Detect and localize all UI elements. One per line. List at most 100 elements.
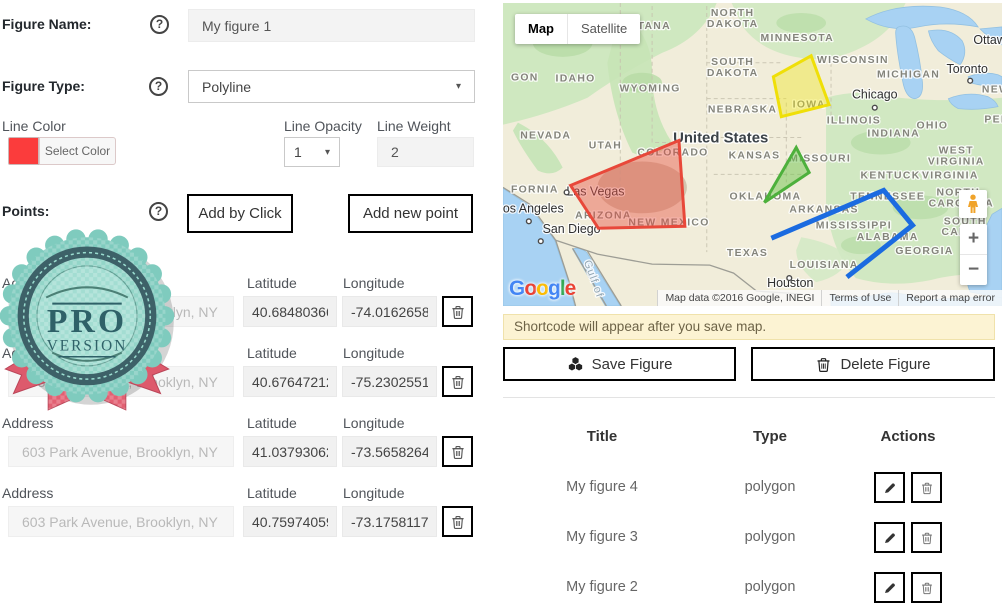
- latitude-input[interactable]: [243, 506, 337, 537]
- city-label: Los Angeles: [503, 201, 564, 215]
- edit-figure-button[interactable]: [874, 572, 905, 603]
- figure-editor-panel: Figure Name: ? Figure Type: ? Polyline ▾…: [0, 0, 480, 606]
- point-row: Address Latitude Longitude: [0, 485, 480, 551]
- chevron-down-icon: ▾: [325, 147, 330, 158]
- google-map[interactable]: GONIDAHOMONTANANORTHDAKOTAMINNESOTAWISCO…: [503, 3, 1002, 306]
- pegman-control[interactable]: [959, 190, 987, 218]
- longitude-label: Longitude: [343, 415, 405, 431]
- map-label: ALABAMA: [857, 232, 919, 243]
- map-label: DAKOTA: [707, 19, 759, 30]
- trash-icon: [920, 531, 934, 545]
- map-label: GON: [511, 73, 539, 84]
- line-weight-input[interactable]: [377, 137, 474, 167]
- address-input[interactable]: [8, 506, 234, 537]
- edit-figure-button[interactable]: [874, 522, 905, 553]
- longitude-input[interactable]: [342, 506, 437, 537]
- delete-figure-row-button[interactable]: [911, 472, 942, 503]
- map-label: MISSISSIPPI: [816, 220, 892, 231]
- latitude-input[interactable]: [243, 296, 337, 327]
- google-logo-letter: e: [565, 277, 576, 300]
- figure-type-label: Figure Type:: [2, 78, 85, 94]
- map-label: VIRGINIA: [922, 170, 979, 181]
- city-label: Ottawa: [973, 33, 1002, 47]
- map-label: KANSAS: [729, 150, 781, 161]
- longitude-label: Longitude: [343, 345, 405, 361]
- trash-icon: [450, 444, 466, 460]
- latitude-input[interactable]: [243, 436, 337, 467]
- add-by-click-button[interactable]: Add by Click: [187, 194, 293, 233]
- delete-point-button[interactable]: [442, 506, 473, 537]
- map-type-map-button[interactable]: Map: [515, 14, 567, 44]
- longitude-label: Longitude: [343, 485, 405, 501]
- figure-actions: [838, 472, 978, 503]
- table-header-type: Type: [700, 428, 840, 445]
- edit-figure-button[interactable]: [874, 472, 905, 503]
- delete-figure-row-button[interactable]: [911, 522, 942, 553]
- address-label: Address: [2, 485, 53, 501]
- map-label: ILLINOIS: [827, 116, 881, 127]
- map-label: NEVADA: [520, 131, 571, 142]
- trash-icon: [450, 514, 466, 530]
- shortcode-notice: Shortcode will appear after you save map…: [503, 314, 995, 340]
- longitude-label: Longitude: [343, 275, 405, 291]
- map-label: VIRGINIA: [928, 156, 985, 167]
- map-label: MICHIGAN: [877, 70, 940, 81]
- longitude-input[interactable]: [342, 436, 437, 467]
- figure-actions: [838, 522, 978, 553]
- map-type-control: Map Satellite: [515, 14, 640, 44]
- delete-point-button[interactable]: [442, 366, 473, 397]
- figure-title: My figure 4: [532, 472, 672, 503]
- delete-point-button[interactable]: [442, 296, 473, 327]
- line-opacity-value: 1: [294, 144, 302, 160]
- trash-icon: [920, 481, 934, 495]
- figure-name-help-icon[interactable]: ?: [150, 15, 169, 34]
- figure-type-select[interactable]: Polyline ▾: [188, 70, 475, 103]
- address-input[interactable]: [8, 436, 234, 467]
- figure-type-value: Polyline: [202, 79, 251, 95]
- latitude-input[interactable]: [243, 366, 337, 397]
- delete-figure-row-button[interactable]: [911, 572, 942, 603]
- map-label: NEW: [982, 85, 1002, 96]
- save-figure-button[interactable]: Save Figure: [503, 347, 736, 381]
- map-label: NORTH: [711, 8, 755, 19]
- trash-icon: [450, 304, 466, 320]
- figure-type: polygon: [700, 522, 840, 553]
- report-map-error-link[interactable]: Report a map error: [898, 290, 1002, 306]
- longitude-input[interactable]: [342, 296, 437, 327]
- table-header-actions: Actions: [838, 428, 978, 445]
- figure-type-help-icon[interactable]: ?: [149, 77, 168, 96]
- terms-of-use-link[interactable]: Terms of Use: [821, 290, 898, 306]
- address-input[interactable]: [8, 366, 234, 397]
- zoom-in-button[interactable]: +: [960, 224, 987, 254]
- trash-icon: [920, 581, 934, 595]
- address-label: Address: [2, 415, 53, 431]
- map-label: MINNESOTA: [761, 33, 834, 44]
- map-label: LOUISIANA: [790, 260, 859, 271]
- map-label: INDIANA: [867, 129, 919, 140]
- map-label: DAKOTA: [707, 68, 759, 79]
- map-type-satellite-button[interactable]: Satellite: [567, 14, 640, 44]
- map-label: KENTUCKY: [861, 170, 929, 181]
- add-new-point-button[interactable]: Add new point: [348, 194, 473, 233]
- map-attribution-bar: Map data ©2016 Google, INEGI Terms of Us…: [657, 290, 1002, 306]
- longitude-input[interactable]: [342, 366, 437, 397]
- map-data-attribution: Map data ©2016 Google, INEGI: [657, 290, 821, 306]
- select-color-button[interactable]: Select Color: [39, 137, 116, 165]
- map-label: WISCONSIN: [817, 55, 889, 66]
- delete-figure-button[interactable]: Delete Figure: [751, 347, 995, 381]
- delete-point-button[interactable]: [442, 436, 473, 467]
- figure-name-input[interactable]: [188, 9, 475, 42]
- map-label: GEORGIA: [895, 246, 953, 257]
- map-label: NEBRASKA: [708, 105, 777, 116]
- line-color-swatch[interactable]: [8, 137, 39, 165]
- address-input[interactable]: [8, 296, 234, 327]
- line-opacity-select[interactable]: 1 ▾: [284, 137, 340, 167]
- city-label: Toronto: [946, 62, 988, 76]
- map-label: TEXAS: [727, 248, 768, 259]
- map-label: PEN: [984, 115, 1002, 126]
- figure-name-label: Figure Name:: [2, 16, 91, 32]
- zoom-out-button[interactable]: −: [960, 255, 987, 285]
- points-help-icon[interactable]: ?: [149, 202, 168, 221]
- point-row: Address Latitude Longitude: [0, 415, 480, 481]
- google-logo-letter: o: [536, 277, 548, 300]
